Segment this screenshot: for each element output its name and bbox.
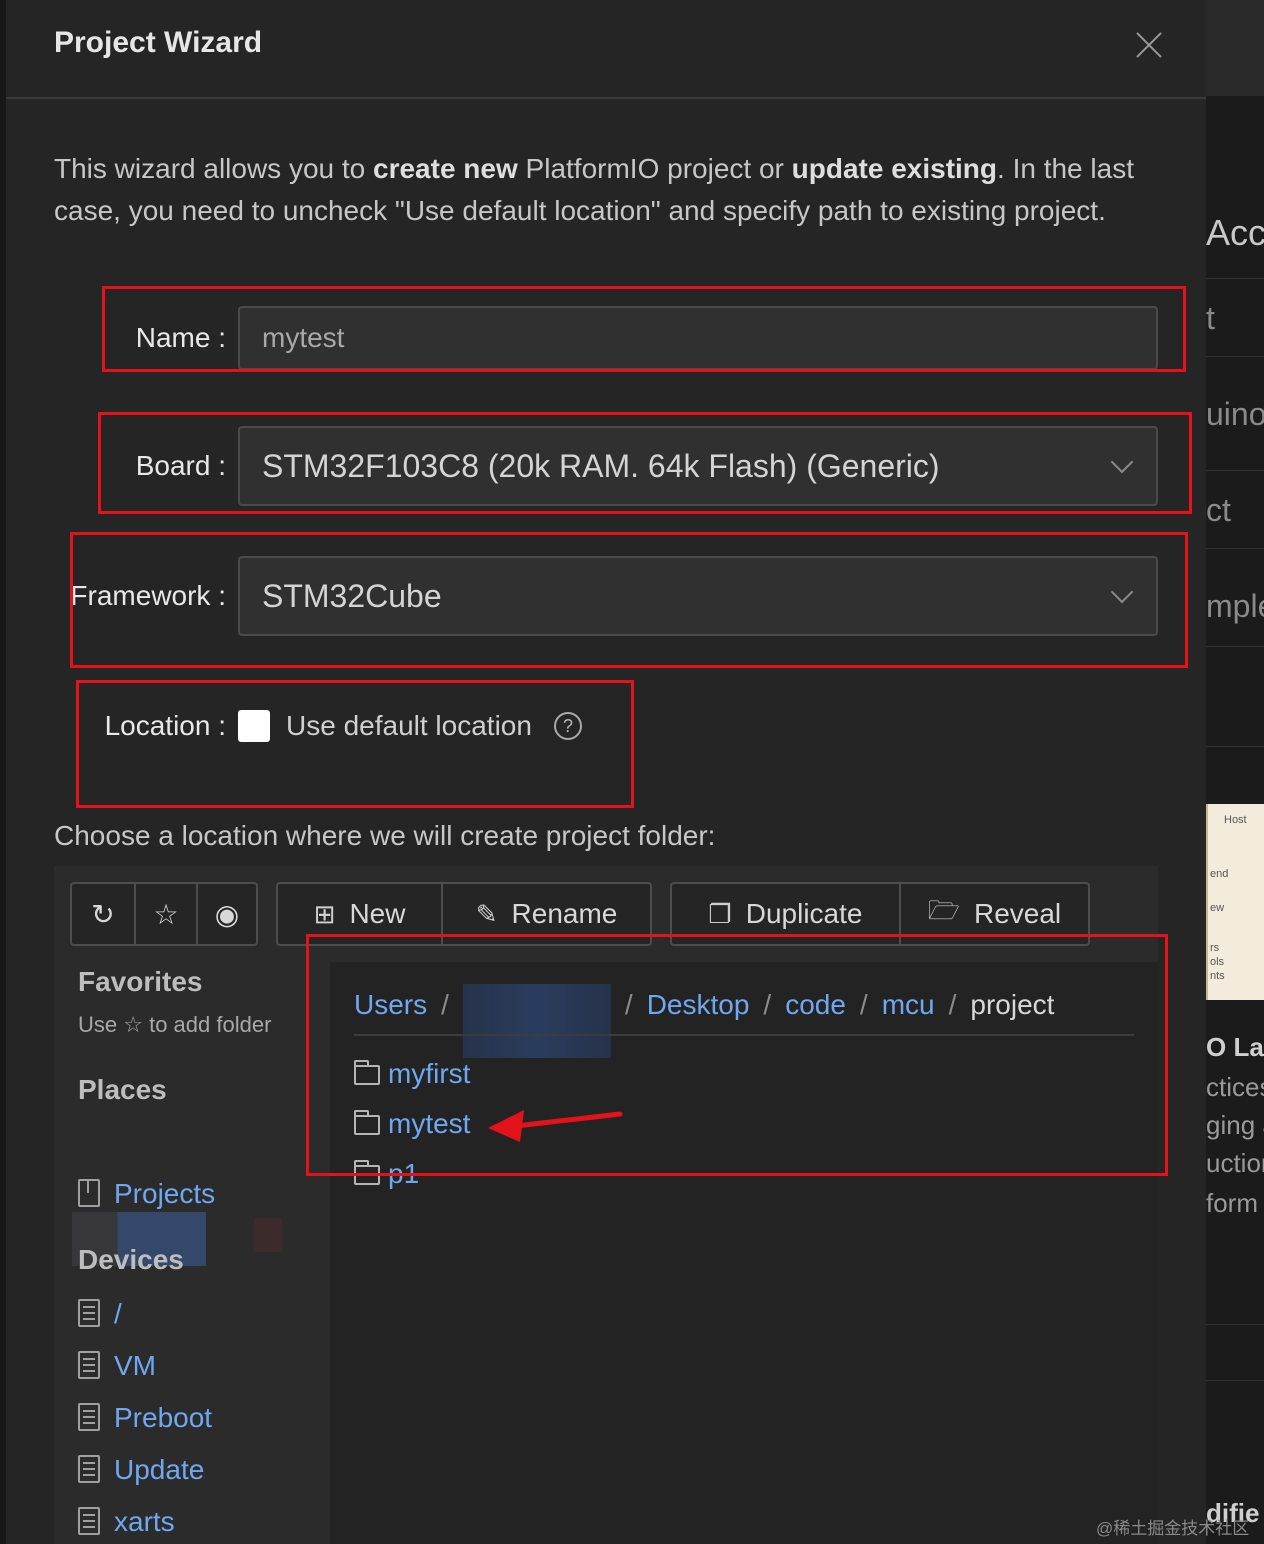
drive-icon bbox=[78, 1455, 100, 1483]
background-diagram-thumbnail: Host end ew rs ols nts bbox=[1206, 804, 1264, 1000]
places-heading: Places bbox=[78, 1074, 167, 1105]
dialog-title: Project Wizard bbox=[54, 26, 263, 59]
use-default-location-checkbox[interactable] bbox=[238, 710, 270, 742]
folder-icon bbox=[354, 1060, 380, 1085]
folder-item-p1[interactable]: p1 bbox=[354, 1158, 419, 1190]
breadcrumb-redacted[interactable] bbox=[462, 984, 611, 1058]
background-text: uction bbox=[1206, 1148, 1264, 1178]
use-default-location-label[interactable]: Use default location bbox=[286, 710, 532, 742]
device-item-vm[interactable]: VM bbox=[78, 1350, 156, 1382]
background-text: Acc bbox=[1206, 212, 1264, 253]
favorites-heading: Favorites bbox=[78, 966, 203, 997]
folder-item-myfirst[interactable]: myfirst bbox=[354, 1058, 470, 1090]
show-hidden-button[interactable]: ◉ bbox=[196, 884, 256, 944]
background-text: ging a bbox=[1206, 1110, 1264, 1140]
duplicate-button[interactable]: ❐ Duplicate bbox=[672, 884, 899, 944]
favorite-button[interactable]: ☆ bbox=[134, 884, 196, 944]
device-item-preboot[interactable]: Preboot bbox=[78, 1402, 212, 1434]
board-label: Board : bbox=[135, 450, 226, 481]
watermark: @稀土掘金技术社区 bbox=[1096, 1519, 1250, 1538]
pencil-icon: ✎ bbox=[475, 898, 498, 929]
breadcrumb-users[interactable]: Users bbox=[354, 989, 427, 1020]
background-app-panel: Acc t uino ct mple Host end ew rs ols nt… bbox=[1206, 0, 1264, 1544]
eye-icon: ◉ bbox=[214, 898, 240, 930]
project-wizard-dialog: Project Wizard This wizard allows you to… bbox=[6, 0, 1206, 1544]
framework-value: STM32Cube bbox=[262, 578, 442, 614]
device-item-root[interactable]: / bbox=[78, 1298, 122, 1330]
board-value: STM32F103C8 (20k RAM. 64k Flash) (Generi… bbox=[262, 448, 940, 484]
dialog-header: Project Wizard bbox=[6, 0, 1206, 99]
favorites-hint: Use ☆ to add folder bbox=[78, 1012, 272, 1037]
copy-icon: ❐ bbox=[708, 898, 732, 929]
background-topbar bbox=[1206, 0, 1264, 96]
folder-icon bbox=[354, 1160, 380, 1185]
breadcrumb-code[interactable]: code bbox=[785, 989, 846, 1020]
framework-select[interactable]: STM32Cube bbox=[238, 556, 1158, 636]
board-select[interactable]: STM32F103C8 (20k RAM. 64k Flash) (Generi… bbox=[238, 426, 1158, 506]
framework-label: Framework : bbox=[70, 580, 226, 611]
breadcrumb: Users / / Desktop / code / mcu / project bbox=[354, 984, 1054, 1058]
breadcrumb-mcu[interactable]: mcu bbox=[882, 989, 935, 1020]
background-text: ct bbox=[1206, 492, 1231, 528]
background-text: t bbox=[1206, 300, 1215, 336]
breadcrumb-desktop[interactable]: Desktop bbox=[647, 989, 750, 1020]
background-text: uino bbox=[1206, 396, 1264, 432]
device-item-update[interactable]: Update bbox=[78, 1454, 204, 1486]
rename-button[interactable]: ✎ Rename bbox=[441, 884, 650, 944]
new-folder-button[interactable]: ⊞ New bbox=[278, 884, 441, 944]
edit-toolbar: ⊞ New ✎ Rename bbox=[276, 882, 652, 946]
breadcrumb-project: project bbox=[970, 989, 1055, 1020]
name-input[interactable] bbox=[238, 306, 1158, 370]
folder-open-icon: 🗁 bbox=[927, 895, 960, 925]
star-icon: ☆ bbox=[153, 898, 179, 930]
place-item-projects[interactable]: Projects bbox=[78, 1178, 215, 1210]
help-icon[interactable]: ? bbox=[554, 712, 582, 740]
background-text: form bbox=[1206, 1188, 1258, 1218]
folder-item-mytest[interactable]: mytest bbox=[354, 1108, 470, 1140]
drive-icon bbox=[78, 1507, 100, 1535]
device-item-xarts[interactable]: xarts bbox=[78, 1506, 175, 1538]
refresh-icon: ↻ bbox=[91, 898, 115, 930]
redacted-place bbox=[254, 1218, 282, 1252]
view-toolbar: ↻ ☆ ◉ bbox=[70, 882, 258, 946]
chooser-sidebar: Favorites Use ☆ to add folder Places Pro… bbox=[54, 962, 330, 1544]
drive-icon bbox=[78, 1403, 100, 1431]
location-prompt: Choose a location where we will create p… bbox=[54, 820, 716, 851]
folder-icon bbox=[354, 1110, 380, 1135]
background-text: O Lab bbox=[1206, 1032, 1264, 1062]
background-text: ctices bbox=[1206, 1072, 1264, 1102]
name-label: Name : bbox=[135, 322, 226, 353]
bookmark-icon bbox=[78, 1179, 100, 1207]
breadcrumb-divider bbox=[354, 1034, 1134, 1036]
folder-list-panel: Users / / Desktop / code / mcu / project myfirst … bbox=[330, 962, 1158, 1544]
file-actions-toolbar: ❐ Duplicate 🗁 Reveal bbox=[670, 882, 1090, 946]
close-icon[interactable] bbox=[1132, 28, 1166, 62]
drive-icon bbox=[78, 1299, 100, 1327]
drive-icon bbox=[78, 1351, 100, 1379]
annotation-arrow-icon bbox=[488, 1110, 623, 1142]
star-icon: ☆ bbox=[123, 1012, 143, 1037]
new-folder-icon: ⊞ bbox=[313, 898, 336, 929]
devices-heading: Devices bbox=[78, 1244, 184, 1275]
chevron-down-icon bbox=[1110, 580, 1134, 604]
reveal-button[interactable]: 🗁 Reveal bbox=[898, 884, 1088, 944]
folder-chooser: ↻ ☆ ◉ ⊞ New ✎ Rename ❐ Duplicate 🗁 Reveal Fa… bbox=[54, 866, 1158, 1544]
chevron-down-icon bbox=[1110, 450, 1134, 474]
intro-text: This wizard allows you to create new Pla… bbox=[54, 153, 1134, 226]
location-label: Location : bbox=[104, 710, 226, 741]
background-text: mple bbox=[1206, 588, 1264, 624]
refresh-button[interactable]: ↻ bbox=[72, 884, 134, 944]
